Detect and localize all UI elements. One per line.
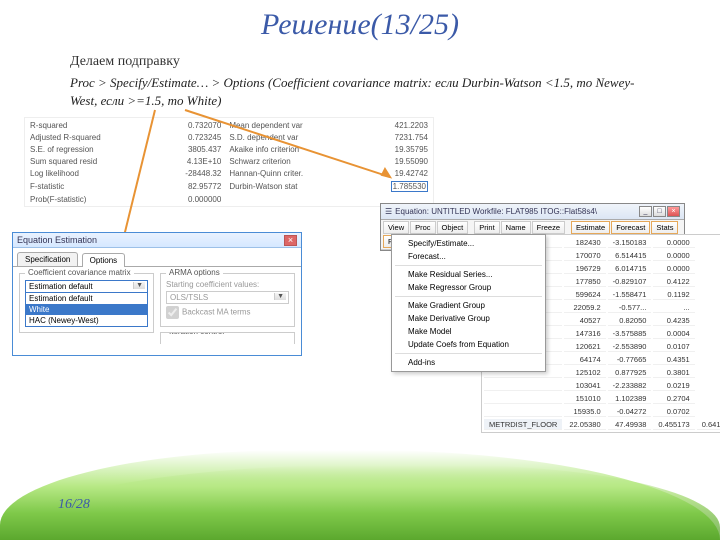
menu-item-make-model[interactable]: Make Model [392, 325, 545, 338]
menu-item-make-derivative-group[interactable]: Make Derivative Group [392, 312, 545, 325]
group-covariance: Coefficient covariance matrix Estimation… [19, 273, 154, 333]
toolbar-freeze-button[interactable]: Freeze [532, 221, 565, 234]
covariance-option-hac[interactable]: HAC (Newey-West) [26, 315, 147, 326]
close-icon[interactable]: × [284, 235, 297, 246]
dialog-title-text: Equation Estimation [17, 235, 97, 245]
group-iteration: Iteration control [160, 332, 295, 344]
menu-item-add-ins[interactable]: Add-ins [392, 356, 545, 369]
equation-icon: ☰ [385, 207, 392, 216]
menu-item-make-regressor-group[interactable]: Make Regressor Group [392, 281, 545, 294]
backcast-checkbox[interactable]: Backcast MA terms [166, 304, 289, 321]
minimize-icon[interactable]: _ [639, 206, 652, 217]
toolbar-stats-button[interactable]: Stats [651, 221, 678, 234]
proc-menu: Specify/Estimate...Forecast... Make Resid… [391, 234, 546, 372]
covariance-option-white[interactable]: White [26, 304, 147, 315]
page-title: Решение(13/25) [0, 0, 720, 42]
equation-titlebar[interactable]: ☰ Equation: UNTITLED Workfile: FLAT985 I… [381, 204, 684, 220]
tab-specification[interactable]: Specification [17, 252, 78, 266]
covariance-dropdown[interactable]: Estimation default [25, 280, 148, 293]
toolbar-view-button[interactable]: View [383, 221, 409, 234]
maximize-icon[interactable]: □ [653, 206, 666, 217]
dialog-titlebar[interactable]: Equation Estimation × [13, 233, 301, 248]
covariance-dropdown-list: Estimation default White HAC (Newey-West… [25, 293, 148, 327]
group-arma-label: ARMA options [166, 268, 223, 277]
group-covariance-label: Coefficient covariance matrix [25, 268, 134, 277]
group-arma: ARMA options Starting coefficient values… [160, 273, 295, 327]
group-iteration-label: Iteration control [166, 332, 227, 336]
subtitle: Делаем подправку [0, 42, 720, 74]
menu-item-make-gradient-group[interactable]: Make Gradient Group [392, 299, 545, 312]
arma-label: Starting coefficient values: [166, 280, 289, 289]
toolbar-forecast-button[interactable]: Forecast [611, 221, 650, 234]
menu-item-forecast[interactable]: Forecast... [392, 250, 545, 263]
menu-item-specify-estimate[interactable]: Specify/Estimate... [392, 237, 545, 250]
dialog-equation-estimation: Equation Estimation × Specification Opti… [12, 232, 302, 356]
menu-item-make-residual-series[interactable]: Make Residual Series... [392, 268, 545, 281]
page-number: 16/28 [58, 498, 90, 512]
covariance-option-default[interactable]: Estimation default [26, 293, 147, 304]
equation-title-text: Equation: UNTITLED Workfile: FLAT985 ITO… [395, 207, 597, 216]
toolbar-object-button[interactable]: Object [437, 221, 469, 234]
toolbar-proc-button[interactable]: Proc [410, 221, 435, 234]
toolbar-estimate-button[interactable]: Estimate [571, 221, 610, 234]
toolbar-name-button[interactable]: Name [501, 221, 531, 234]
tab-options[interactable]: Options [82, 253, 126, 267]
equation-window: ☰ Equation: UNTITLED Workfile: FLAT985 I… [380, 203, 685, 251]
arma-start-dropdown[interactable]: OLS/TSLS [166, 291, 289, 304]
close-window-icon[interactable]: × [667, 206, 680, 217]
toolbar-print-button[interactable]: Print [474, 221, 499, 234]
menu-item-update-coefs-from-equation[interactable]: Update Coefs from Equation [392, 338, 545, 351]
